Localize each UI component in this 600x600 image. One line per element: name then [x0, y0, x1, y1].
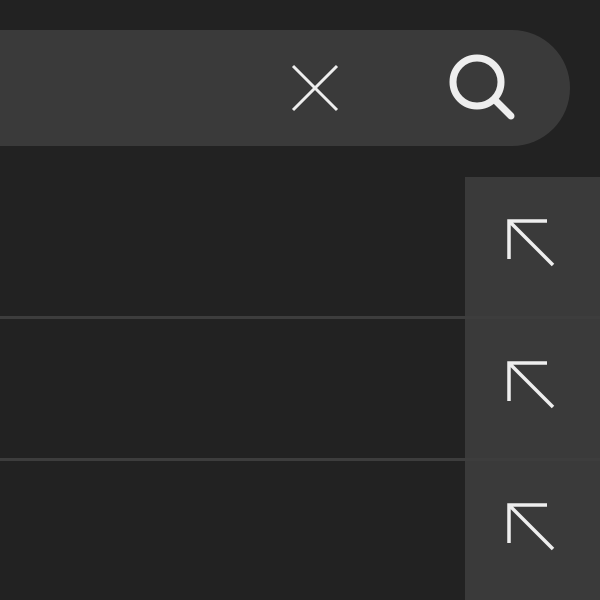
suggestion-list: [0, 177, 600, 600]
arrow-up-left-icon: [507, 361, 555, 409]
fill-suggestion-button[interactable]: [465, 319, 600, 458]
suggestion-item[interactable]: [0, 319, 600, 461]
arrow-up-left-icon: [507, 503, 555, 551]
arrow-up-left-icon: [507, 219, 555, 267]
suggestion-item[interactable]: [0, 461, 600, 600]
search-input[interactable]: [0, 30, 200, 146]
close-icon: [291, 64, 339, 112]
fill-suggestion-button[interactable]: [465, 461, 600, 600]
search-bar: [0, 30, 570, 146]
clear-search-button[interactable]: [285, 58, 345, 118]
search-button[interactable]: [445, 50, 525, 130]
suggestion-item[interactable]: [0, 177, 600, 319]
search-screen: [0, 0, 600, 600]
search-icon: [449, 54, 515, 120]
fill-suggestion-button[interactable]: [465, 177, 600, 316]
